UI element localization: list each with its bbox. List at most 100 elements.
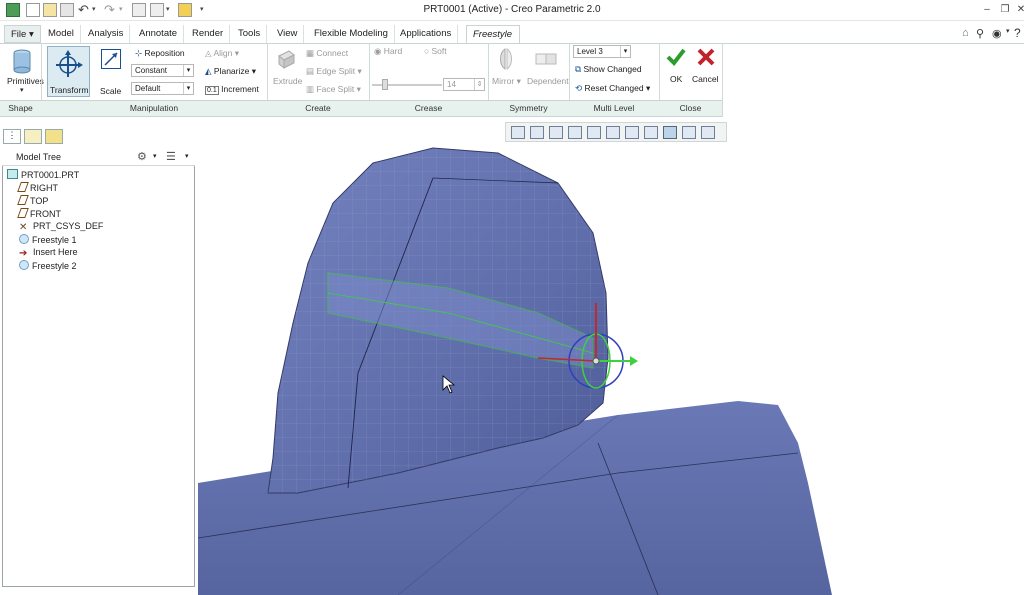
display-style-icon[interactable]: [587, 126, 601, 139]
perspective-icon[interactable]: [644, 126, 658, 139]
csys-display-icon[interactable]: [701, 126, 715, 139]
tab-annotate[interactable]: Annotate: [133, 25, 185, 43]
tab-freestyle[interactable]: Freestyle: [466, 25, 520, 43]
dependent-button[interactable]: [535, 50, 557, 68]
close-icon: [697, 48, 715, 66]
help-icon[interactable]: ?: [1014, 26, 1021, 40]
favorites-tab-icon[interactable]: [45, 129, 63, 144]
align-button[interactable]: ◬ Align ▾: [205, 48, 239, 59]
tree-item-freestyle-1[interactable]: Freestyle 1: [19, 234, 77, 247]
undo-dropdown-icon[interactable]: ▾: [92, 5, 96, 13]
face-split-button[interactable]: ▥ Face Split ▾: [306, 84, 361, 95]
tree-item-csys[interactable]: ✕ PRT_CSYS_DEF: [19, 221, 103, 234]
saved-orientations-icon[interactable]: [606, 126, 620, 139]
tab-applications[interactable]: Applications: [394, 25, 459, 43]
point-display-icon[interactable]: [682, 126, 696, 139]
graphics-toolbar: [505, 122, 727, 142]
folder-browser-tab-icon[interactable]: [24, 129, 42, 144]
tree-filter-icon[interactable]: ☰: [166, 150, 176, 163]
reposition-button[interactable]: ⊹ Reposition: [135, 48, 185, 59]
tree-item-insert-here[interactable]: ➔ Insert Here: [19, 247, 78, 260]
primitives-dropdown-icon[interactable]: ▾: [20, 86, 24, 94]
windows-dropdown-icon[interactable]: ▾: [166, 5, 170, 13]
crease-slider[interactable]: [372, 79, 442, 90]
ok-button[interactable]: OK: [665, 47, 687, 87]
tab-analysis[interactable]: Analysis: [82, 25, 131, 43]
tree-item-label: FRONT: [30, 209, 61, 219]
folder-icon[interactable]: [178, 3, 192, 17]
redo-icon[interactable]: ↷: [104, 2, 115, 18]
graphics-area[interactable]: [198, 143, 1024, 595]
open-file-icon[interactable]: [43, 3, 57, 17]
save-icon[interactable]: [60, 3, 74, 17]
tree-item-part[interactable]: PRT0001.PRT: [7, 169, 79, 182]
regenerate-icon[interactable]: [132, 3, 146, 17]
zoom-in-icon[interactable]: [530, 126, 544, 139]
level-dropdown[interactable]: Level 3 ▾: [573, 45, 631, 58]
tab-view[interactable]: View: [271, 25, 305, 43]
chevron-down-icon: ▾: [620, 46, 630, 57]
constant-dropdown[interactable]: Constant ▾: [131, 64, 194, 77]
increment-button[interactable]: 0.1 Increment: [205, 84, 259, 95]
transform-label: Transform: [50, 85, 89, 95]
model-tree-header: Model Tree ⚙ ▾ ☰ ▾: [2, 149, 195, 166]
show-changed-button[interactable]: ⧉ Show Changed: [575, 64, 642, 75]
extrude-button[interactable]: [276, 48, 296, 70]
slider-thumb[interactable]: [382, 79, 388, 90]
tab-file[interactable]: File ▾: [4, 25, 41, 43]
tab-model[interactable]: Model: [42, 25, 81, 43]
datum-display-icon[interactable]: [663, 126, 677, 139]
windows-icon[interactable]: [150, 3, 164, 17]
checkmark-icon: [666, 48, 686, 67]
scale-button[interactable]: [101, 49, 121, 69]
refit-icon[interactable]: [511, 126, 525, 139]
repaint-icon[interactable]: [568, 126, 582, 139]
mirror-button[interactable]: [496, 47, 516, 71]
show-changed-icon: ⧉: [575, 64, 582, 74]
tab-flexible-modeling[interactable]: Flexible Modeling: [308, 25, 395, 43]
transform-button[interactable]: Transform: [47, 46, 90, 97]
primitives-button[interactable]: [12, 48, 32, 74]
connect-button[interactable]: ▦ Connect: [306, 48, 348, 59]
undo-icon[interactable]: ↶: [78, 2, 89, 18]
hard-label: Hard: [383, 46, 403, 56]
crease-value-field[interactable]: 14 ⇕: [443, 78, 485, 91]
soft-radio[interactable]: ○ Soft: [424, 46, 447, 56]
tree-item-label: Freestyle 1: [32, 235, 77, 245]
planarize-button[interactable]: ◭ Planarize ▾: [205, 66, 256, 77]
chevron-down-icon[interactable]: ▾: [185, 152, 189, 160]
tab-render[interactable]: Render: [186, 25, 231, 43]
minimize-icon[interactable]: –: [980, 3, 994, 17]
tree-item-right[interactable]: RIGHT: [17, 182, 58, 195]
edge-split-button[interactable]: ▤ Edge Split ▾: [306, 66, 362, 77]
face-split-icon: ▥: [306, 84, 315, 94]
tree-item-front[interactable]: FRONT: [17, 208, 61, 221]
community-dropdown-icon[interactable]: ▾: [1006, 27, 1010, 35]
hard-radio[interactable]: ◉ Hard: [374, 46, 402, 57]
home-icon[interactable]: ⌂: [962, 27, 969, 39]
tree-item-freestyle-2[interactable]: Freestyle 2: [19, 260, 77, 273]
restore-icon[interactable]: ❐: [998, 3, 1012, 17]
new-file-icon[interactable]: [26, 3, 40, 17]
community-icon[interactable]: ◉: [992, 27, 1002, 40]
redo-dropdown-icon[interactable]: ▾: [119, 5, 123, 13]
search-icon[interactable]: ⚲: [976, 27, 984, 40]
part-icon: [7, 169, 18, 179]
group-label-shape: Shape: [8, 103, 33, 113]
customize-qat-icon[interactable]: ▾: [200, 5, 204, 13]
app-icon[interactable]: [6, 3, 20, 17]
zoom-out-icon[interactable]: [549, 126, 563, 139]
model-tree-tab-icon[interactable]: ⋮: [3, 129, 21, 144]
tab-tools[interactable]: Tools: [232, 25, 268, 43]
ok-label: OK: [670, 74, 683, 84]
close-window-icon[interactable]: ✕: [1014, 3, 1024, 17]
reset-changed-button[interactable]: ⟲ Reset Changed ▾: [575, 83, 650, 94]
chevron-down-icon[interactable]: ▾: [153, 152, 157, 160]
tree-item-top[interactable]: TOP: [17, 195, 48, 208]
tree-settings-icon[interactable]: ⚙: [137, 150, 147, 163]
default-dropdown[interactable]: Default ▾: [131, 82, 194, 95]
cancel-button[interactable]: Cancel: [692, 47, 720, 87]
show-changed-label: Show Changed: [583, 64, 642, 74]
view-manager-icon[interactable]: [625, 126, 639, 139]
crease-value: 14: [447, 80, 456, 89]
